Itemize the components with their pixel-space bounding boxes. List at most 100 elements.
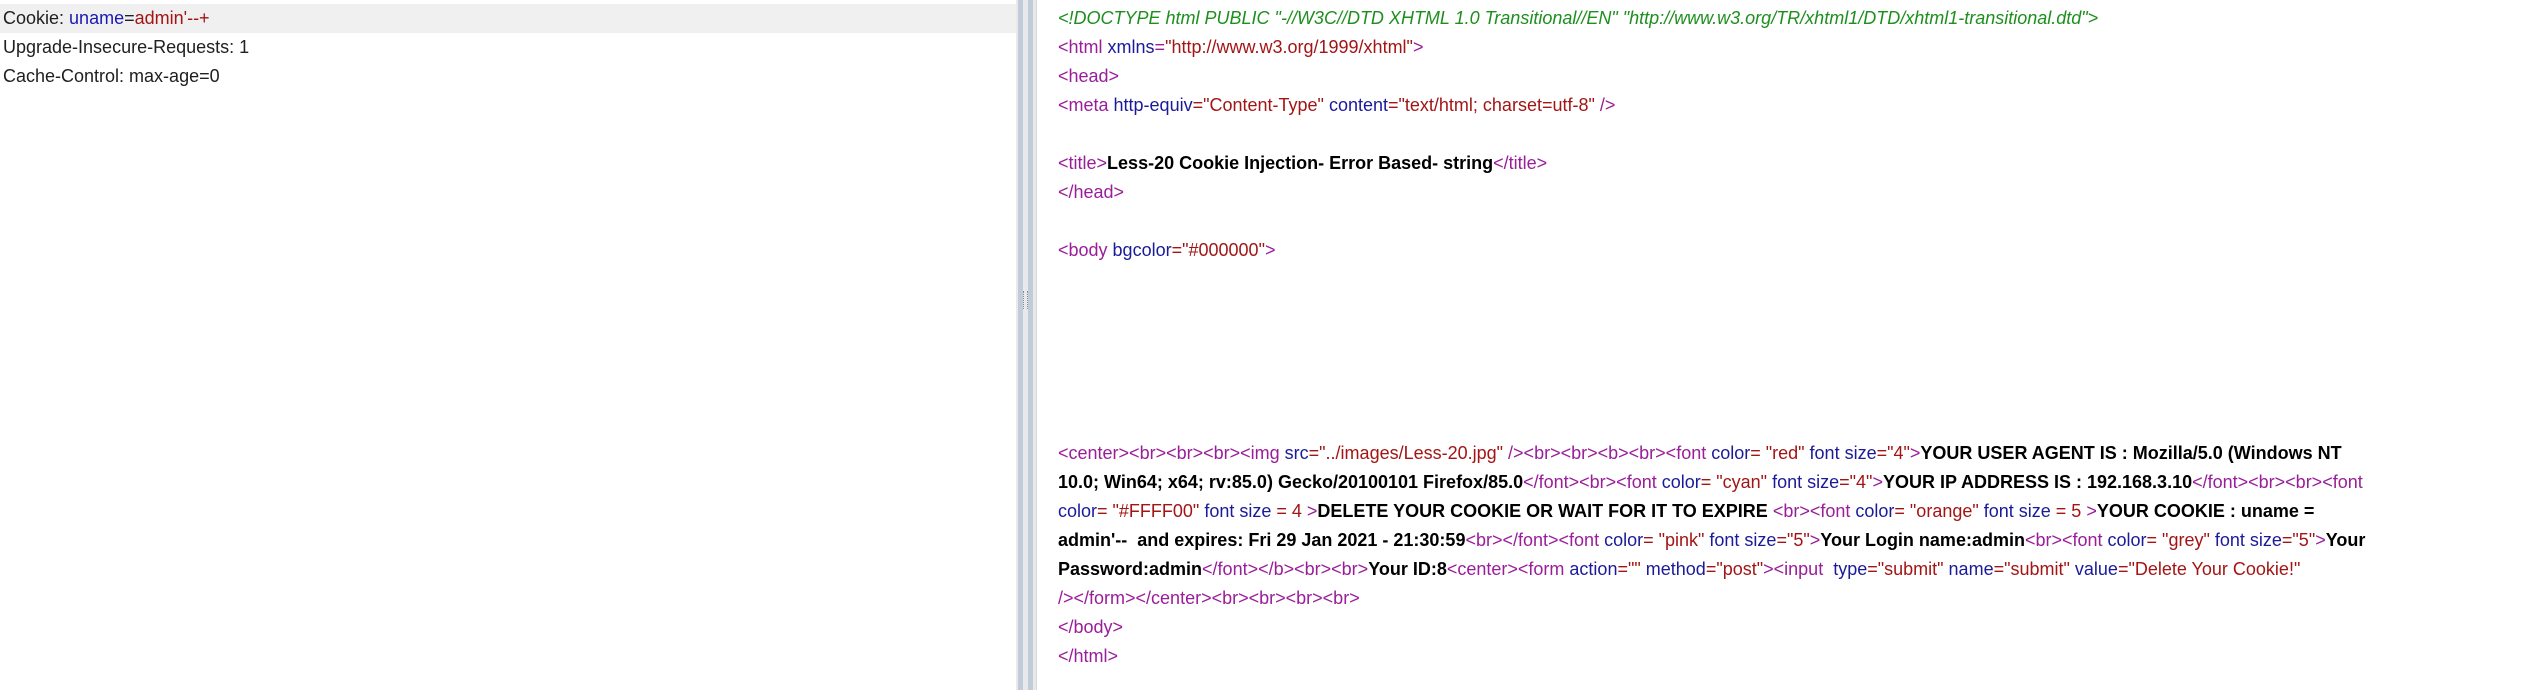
html-attr: xmlns xyxy=(1102,37,1155,57)
c3-val-size-2: = 5 xyxy=(2050,501,2082,521)
c3-attr-color: color xyxy=(1058,501,1098,521)
c5-val-value: ="Delete Your Cookie!" xyxy=(2117,559,2301,579)
response-line-meta: <meta http-equiv="Content-Type" content=… xyxy=(1058,91,1615,120)
meta-tag: <meta xyxy=(1058,95,1109,115)
user-agent-text-cont: 10.0; Win64; x64; rv:85.0) Gecko/2010010… xyxy=(1058,472,1524,492)
c1-attr-color: color xyxy=(1706,443,1751,463)
doctype-text: <!DOCTYPE html PUBLIC "-//W3C//DTD XHTML… xyxy=(1058,8,2099,28)
c3-attr-font-size-2: font size xyxy=(1978,501,2051,521)
body-close: > xyxy=(1264,240,1276,260)
response-pane[interactable]: <!DOCTYPE html PUBLIC "-//W3C//DTD XHTML… xyxy=(1036,0,2546,690)
c1-attr-src: src xyxy=(1279,443,1309,463)
response-line-doctype: <!DOCTYPE html PUBLIC "-//W3C//DTD XHTML… xyxy=(1058,4,2098,33)
cookie-header-name: Cookie: xyxy=(3,8,65,28)
title-text: Less-20 Cookie Injection- Error Based- s… xyxy=(1107,153,1494,173)
c1-tail-tags: /><br><br><b><br><font xyxy=(1503,443,1707,463)
c1-tags: <center><br><br><br><img xyxy=(1058,443,1280,463)
c4-end-2: > xyxy=(2315,530,2326,550)
html-eq: = xyxy=(1154,37,1166,57)
c5-attr-method: method xyxy=(1640,559,1706,579)
request-line-upgrade[interactable]: Upgrade-Insecure-Requests: 1 xyxy=(3,33,249,62)
c5-val-post: ="post" xyxy=(1705,559,1764,579)
c1-end: > xyxy=(1909,443,1921,463)
c2-tags-2: </font><br><br><font xyxy=(2192,472,2363,492)
ip-address-text: YOUR IP ADDRESS IS : 192.168.3.10 xyxy=(1882,472,2193,492)
response-line-title: <title>Less-20 Cookie Injection- Error B… xyxy=(1058,149,1547,178)
meta-attr-http-equiv: http-equiv xyxy=(1108,95,1193,115)
c3-attr-color-2: color xyxy=(1850,501,1895,521)
cookie-key: uname xyxy=(69,8,125,28)
c1-val-size: ="4" xyxy=(1876,443,1910,463)
c4-val-grey: = "grey" xyxy=(2146,530,2210,550)
cookie-eq: = xyxy=(124,8,135,28)
meta-attr-content: content xyxy=(1323,95,1388,115)
c5-attr-name: name xyxy=(1943,559,1994,579)
c4-attr-font-size: font size xyxy=(1704,530,1777,550)
c4-val-size: ="5" xyxy=(1776,530,1810,550)
c4-attr-color: color xyxy=(1599,530,1644,550)
c4-val-size-2: ="5" xyxy=(2281,530,2316,550)
response-line-center-2: 10.0; Win64; x64; rv:85.0) Gecko/2010010… xyxy=(1058,468,2363,497)
request-line-cache-control[interactable]: Cache-Control: max-age=0 xyxy=(3,62,220,91)
c1-attr-font-size: font size xyxy=(1804,443,1877,463)
c2-tags: </font><br><font xyxy=(1523,472,1657,492)
login-name-text: Your Login name:admin xyxy=(1820,530,2025,550)
response-line-center-5: Password:admin</font></b><br><br>Your ID… xyxy=(1058,555,2300,584)
c2-val-cyan: = "cyan" xyxy=(1700,472,1768,492)
request-pane[interactable]: Cookie: uname=admin'--+ Upgrade-Insecure… xyxy=(0,0,1016,690)
c3-end-2: > xyxy=(2081,501,2097,521)
c5-tags-2: <center><form xyxy=(1446,559,1565,579)
user-agent-text: YOUR USER AGENT IS : Mozilla/5.0 (Window… xyxy=(1920,443,2342,463)
splitter-bar-left xyxy=(1018,0,1023,690)
request-line-cookie[interactable]: Cookie: uname=admin'--+ xyxy=(0,4,1016,33)
password-text: Password:admin xyxy=(1058,559,1203,579)
c3-val-yellow: = "#FFFF00" xyxy=(1097,501,1200,521)
cookie-expires-text: admin'-- and expires: Fri 29 Jan 2021 - … xyxy=(1058,530,1466,550)
c5-attr-type: type xyxy=(1828,559,1868,579)
meta-close: /> xyxy=(1594,95,1616,115)
response-line-head: <head> xyxy=(1058,62,1119,91)
c4-attr-font-size-2: font size xyxy=(2209,530,2282,550)
body-val: ="#000000" xyxy=(1171,240,1265,260)
response-line-center-6: /></form></center><br><br><br><br> xyxy=(1058,584,1360,613)
head-tag: <head> xyxy=(1058,66,1120,86)
c2-attr-font-size: font size xyxy=(1767,472,1840,492)
c2-val-size: ="4" xyxy=(1839,472,1873,492)
title-close-tag: </title> xyxy=(1493,153,1548,173)
your-cookie-text: YOUR COOKIE : uname = xyxy=(2096,501,2315,521)
response-line-body-close: </body> xyxy=(1058,613,1123,642)
c4-tags-2: <br><font xyxy=(2024,530,2103,550)
cookie-value: admin'--+ xyxy=(134,8,210,28)
response-line-html-close: </html> xyxy=(1058,642,1118,671)
response-line-center-4: admin'-- and expires: Fri 29 Jan 2021 - … xyxy=(1058,526,2365,555)
response-line-center-3: color= "#FFFF00" font size = 4 >DELETE Y… xyxy=(1058,497,2314,526)
c4-end: > xyxy=(1809,530,1821,550)
c2-end: > xyxy=(1872,472,1883,492)
head-close-tag: </head> xyxy=(1058,182,1125,202)
body-attr: bgcolor xyxy=(1107,240,1172,260)
c4-val-pink: = "pink" xyxy=(1643,530,1705,550)
c3-attr-font-size: font size xyxy=(1199,501,1272,521)
c5-attr-action: action xyxy=(1564,559,1618,579)
html-val: "http://www.w3.org/1999/xhtml" xyxy=(1165,37,1413,57)
response-line-center-1: <center><br><br><br><img src="../images/… xyxy=(1058,439,2342,468)
response-line-body: <body bgcolor="#000000"> xyxy=(1058,236,1275,265)
c5-input-tag: ><input xyxy=(1763,559,1829,579)
html-close: > xyxy=(1412,37,1424,57)
meta-val-content-type: ="Content-Type" xyxy=(1192,95,1324,115)
body-tag: <body xyxy=(1058,240,1108,260)
c5-val-type: ="submit" xyxy=(1867,559,1944,579)
splitter-bar-right xyxy=(1028,0,1033,690)
splitter-grip-icon[interactable] xyxy=(1023,291,1028,309)
body-close-tag: </body> xyxy=(1058,617,1124,637)
pane-splitter[interactable] xyxy=(1016,0,1036,690)
c3-val-orange: = "orange" xyxy=(1894,501,1979,521)
c6-tags: /></form></center><br><br><br><br> xyxy=(1058,588,1360,608)
c5-val-name: ="submit" xyxy=(1993,559,2070,579)
meta-val-charset: ="text/html; charset=utf-8" xyxy=(1388,95,1595,115)
response-line-head-close: </head> xyxy=(1058,178,1124,207)
title-open-tag: <title> xyxy=(1058,153,1108,173)
c5-val-action: ="" xyxy=(1617,559,1641,579)
response-line-html: <html xmlns="http://www.w3.org/1999/xhtm… xyxy=(1058,33,1423,62)
c5-tags: </font></b><br><br> xyxy=(1202,559,1369,579)
